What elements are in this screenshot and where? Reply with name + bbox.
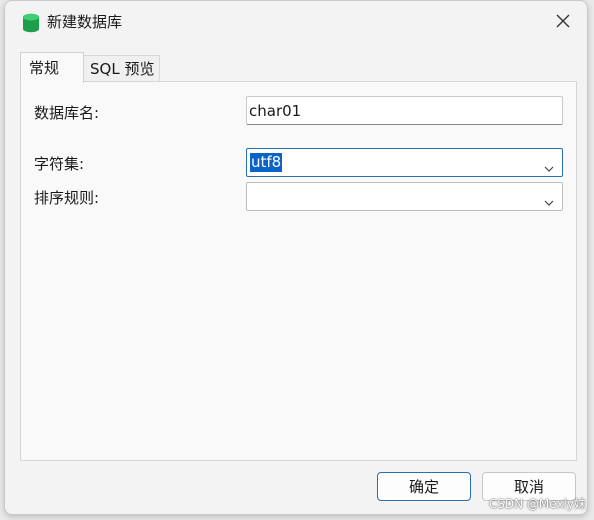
charset-label: 字符集: (34, 155, 85, 173)
watermark: CSDN @Mexly妹 (488, 497, 586, 511)
general-panel: 数据库名: 字符集: utf8 排序规则: (20, 81, 577, 461)
dialog-title: 新建数据库 (47, 13, 123, 31)
chevron-down-icon (544, 158, 554, 172)
db-name-label: 数据库名: (34, 104, 100, 122)
title-bar: 新建数据库 (5, 1, 587, 45)
db-name-input[interactable] (246, 96, 563, 125)
close-button[interactable] (547, 7, 579, 37)
database-icon (22, 13, 40, 33)
charset-select[interactable]: utf8 (246, 148, 563, 177)
new-database-dialog: 新建数据库 常规 SQL 预览 数据库名: 字符集: utf8 排序规则: (4, 0, 588, 515)
chevron-down-icon (544, 192, 554, 206)
collation-select[interactable] (246, 182, 563, 211)
collation-label: 排序规则: (34, 189, 100, 207)
tab-general[interactable]: 常规 (20, 52, 84, 83)
charset-value: utf8 (250, 153, 283, 172)
close-icon (556, 13, 570, 32)
tab-sql-preview[interactable]: SQL 预览 (84, 55, 160, 82)
ok-button[interactable]: 确定 (377, 472, 471, 501)
